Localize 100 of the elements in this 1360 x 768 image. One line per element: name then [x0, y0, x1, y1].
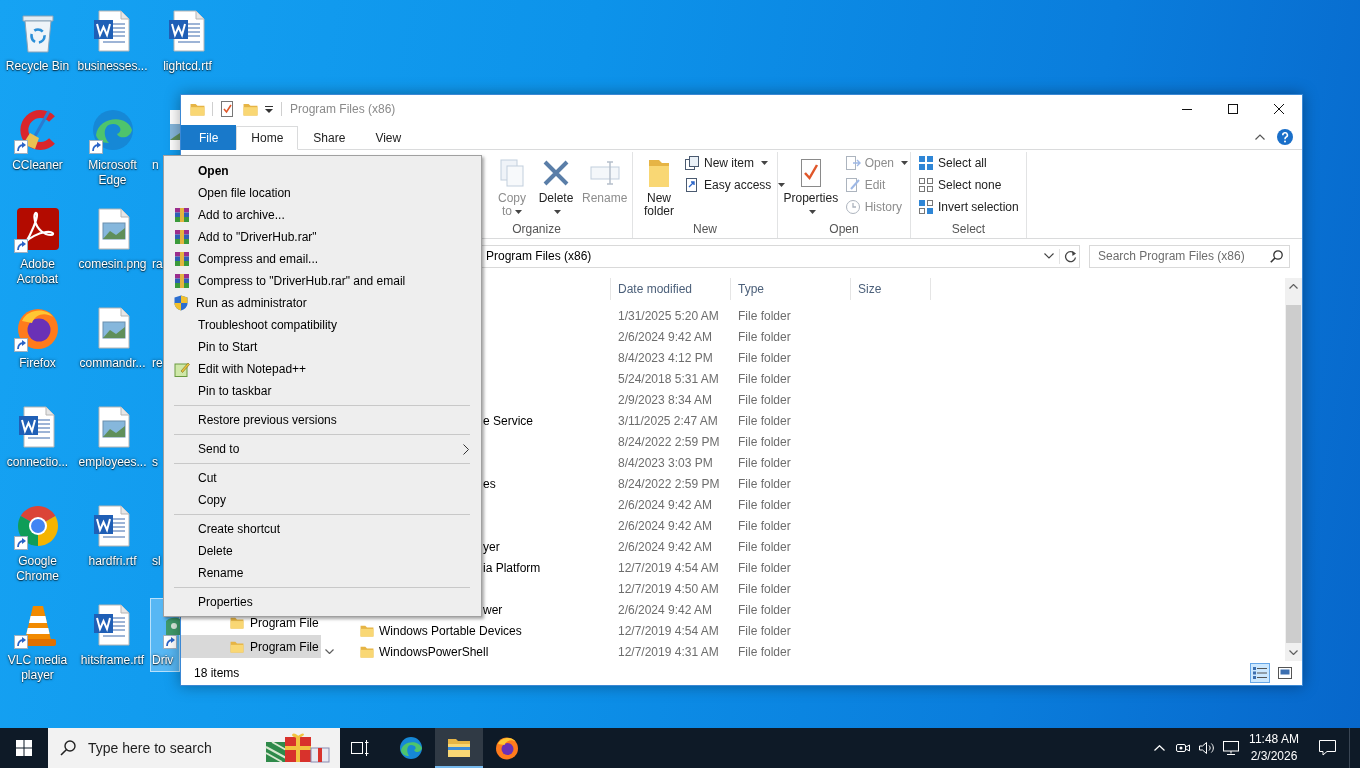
file-type: File folder	[738, 434, 791, 449]
dropdown-caret-icon[interactable]	[265, 104, 273, 114]
file-name[interactable]: WindowsPowerShell	[379, 644, 489, 659]
close-icon	[1274, 104, 1284, 114]
date-modified: 12/7/2019 4:54 AM	[618, 623, 719, 638]
folder-icon	[230, 616, 244, 629]
view-toggle-button[interactable]	[1250, 663, 1270, 683]
file-type: File folder	[738, 602, 791, 617]
file-type: File folder	[738, 644, 791, 659]
books-stack-icon	[174, 207, 190, 223]
file-menu-tab[interactable]: File	[181, 125, 237, 150]
new-item-icon	[684, 155, 700, 171]
ribbon-button[interactable]: Select none	[915, 174, 1021, 196]
maximize-icon	[1228, 104, 1238, 114]
search-icon[interactable]	[1270, 249, 1283, 263]
column-header[interactable]: Size	[851, 278, 931, 300]
context-menu-item[interactable]: Open file location	[166, 182, 479, 204]
scroll-down-icon[interactable]	[325, 649, 334, 654]
task-view-icon	[351, 740, 369, 756]
context-menu-item[interactable]: Edit with Notepad++	[166, 358, 479, 380]
file-type: File folder	[738, 308, 791, 323]
context-menu-item[interactable]: Send to	[166, 438, 479, 460]
file-name[interactable]: e Service	[483, 413, 534, 428]
context-menu-item[interactable]: Run as administrator	[166, 292, 479, 314]
context-menu-item[interactable]: Compress and email...	[166, 248, 479, 270]
file-type: File folder	[738, 350, 791, 365]
ribbon-tab[interactable]: Home	[236, 126, 299, 150]
file-type: File folder	[738, 413, 791, 428]
program-icon[interactable]	[166, 617, 180, 635]
date-modified: 12/7/2019 4:54 AM	[618, 560, 719, 575]
context-menu-item[interactable]: Add to "DriverHub.rar"	[166, 226, 479, 248]
column-header[interactable]: Type	[731, 278, 851, 300]
flame-globe-icon	[495, 736, 519, 760]
context-menu-item[interactable]: Delete	[166, 540, 479, 562]
nav-tree-item[interactable]: Program File	[181, 635, 321, 658]
books-stack-icon	[174, 251, 190, 267]
ribbon-button[interactable]: Delete	[534, 152, 578, 218]
context-menu-item[interactable]: Create shortcut	[166, 518, 479, 540]
windows-logo-icon	[16, 740, 32, 756]
date-modified: 12/7/2019 4:31 AM	[618, 644, 719, 659]
folder-icon	[243, 102, 258, 116]
address-bar[interactable]: Program Files (x86)	[481, 244, 1080, 268]
speaker-icon	[1199, 741, 1215, 755]
context-menu-item[interactable]: Open	[166, 160, 479, 182]
context-menu-item[interactable]: Pin to taskbar	[166, 380, 479, 402]
open-document-icon	[844, 155, 861, 171]
folder-icon	[190, 102, 205, 116]
file-name[interactable]: ia Platform	[483, 560, 541, 575]
ribbon-button[interactable]: New folder	[637, 152, 681, 218]
context-menu-item[interactable]: Restore previous versions	[166, 409, 479, 431]
file-name[interactable]: wer	[483, 602, 503, 617]
file-type: File folder	[738, 329, 791, 344]
search-field[interactable]: Search Program Files (x86)	[1089, 244, 1290, 268]
file-name[interactable]: yer	[483, 539, 500, 554]
clock-date[interactable]: 2/3/2026	[1250, 748, 1298, 765]
caret-up-icon	[1255, 134, 1265, 140]
caret-up-icon	[1153, 745, 1165, 751]
ribbon-button[interactable]: Select all	[915, 152, 1021, 174]
scroll-up-icon[interactable]	[1289, 284, 1298, 289]
window-title: Program Files (x86)	[290, 102, 396, 116]
image-file-icon[interactable]	[170, 110, 180, 150]
notepad-pencil-icon	[174, 361, 190, 377]
refresh-icon	[1064, 249, 1077, 263]
folder-icon	[230, 640, 244, 653]
file-type: File folder	[738, 497, 791, 512]
taskbar-button[interactable]	[435, 728, 483, 768]
file-type: File folder	[738, 539, 791, 554]
context-menu-item[interactable]: Add to archive...	[166, 204, 479, 226]
context-menu-item[interactable]: Rename	[166, 562, 479, 584]
file-name[interactable]: Windows Portable Devices	[379, 623, 522, 638]
shield-icon	[174, 295, 188, 311]
context-menu-item[interactable]: Troubleshoot compatibility	[166, 314, 479, 336]
folder-icon	[447, 738, 471, 758]
file-name[interactable]: es	[483, 476, 496, 491]
ribbon-tab[interactable]: Share	[298, 126, 361, 150]
wave-swirl-icon	[399, 736, 423, 760]
context-menu-item[interactable]: Pin to Start	[166, 336, 479, 358]
clock-time[interactable]: 11:48 AM	[1249, 731, 1299, 748]
date-modified: 8/24/2022 2:59 PM	[618, 434, 720, 449]
column-header[interactable]: Date modified	[611, 278, 731, 300]
date-modified: 5/24/2018 5:31 AM	[618, 371, 719, 386]
ribbon-tab[interactable]: View	[360, 126, 417, 150]
check-document-icon[interactable]	[220, 101, 234, 117]
vertical-scrollbar[interactable]	[1285, 278, 1302, 661]
date-modified: 8/4/2023 3:03 PM	[618, 455, 713, 470]
details-view-icon	[1253, 667, 1267, 679]
scrollbar-thumb[interactable]	[1286, 305, 1301, 643]
minimize-icon	[1182, 108, 1192, 110]
mixed-grid-icon	[918, 199, 934, 215]
file-type: File folder	[738, 560, 791, 575]
context-menu-item[interactable]: Copy	[166, 489, 479, 511]
context-menu-item[interactable]: Compress to "DriverHub.rar" and email	[166, 270, 479, 292]
scroll-down-icon[interactable]	[1289, 650, 1298, 655]
date-modified: 1/31/2025 5:20 AM	[618, 308, 719, 323]
context-menu-item[interactable]: Cut	[166, 467, 479, 489]
date-modified: 2/6/2024 9:42 AM	[618, 497, 713, 512]
date-modified: 2/6/2024 9:42 AM	[618, 329, 713, 344]
address-path[interactable]: Program Files (x86)	[482, 249, 1040, 263]
ribbon-button[interactable]: Invert selection	[915, 196, 1021, 218]
date-modified: 2/6/2024 9:42 AM	[618, 518, 713, 533]
